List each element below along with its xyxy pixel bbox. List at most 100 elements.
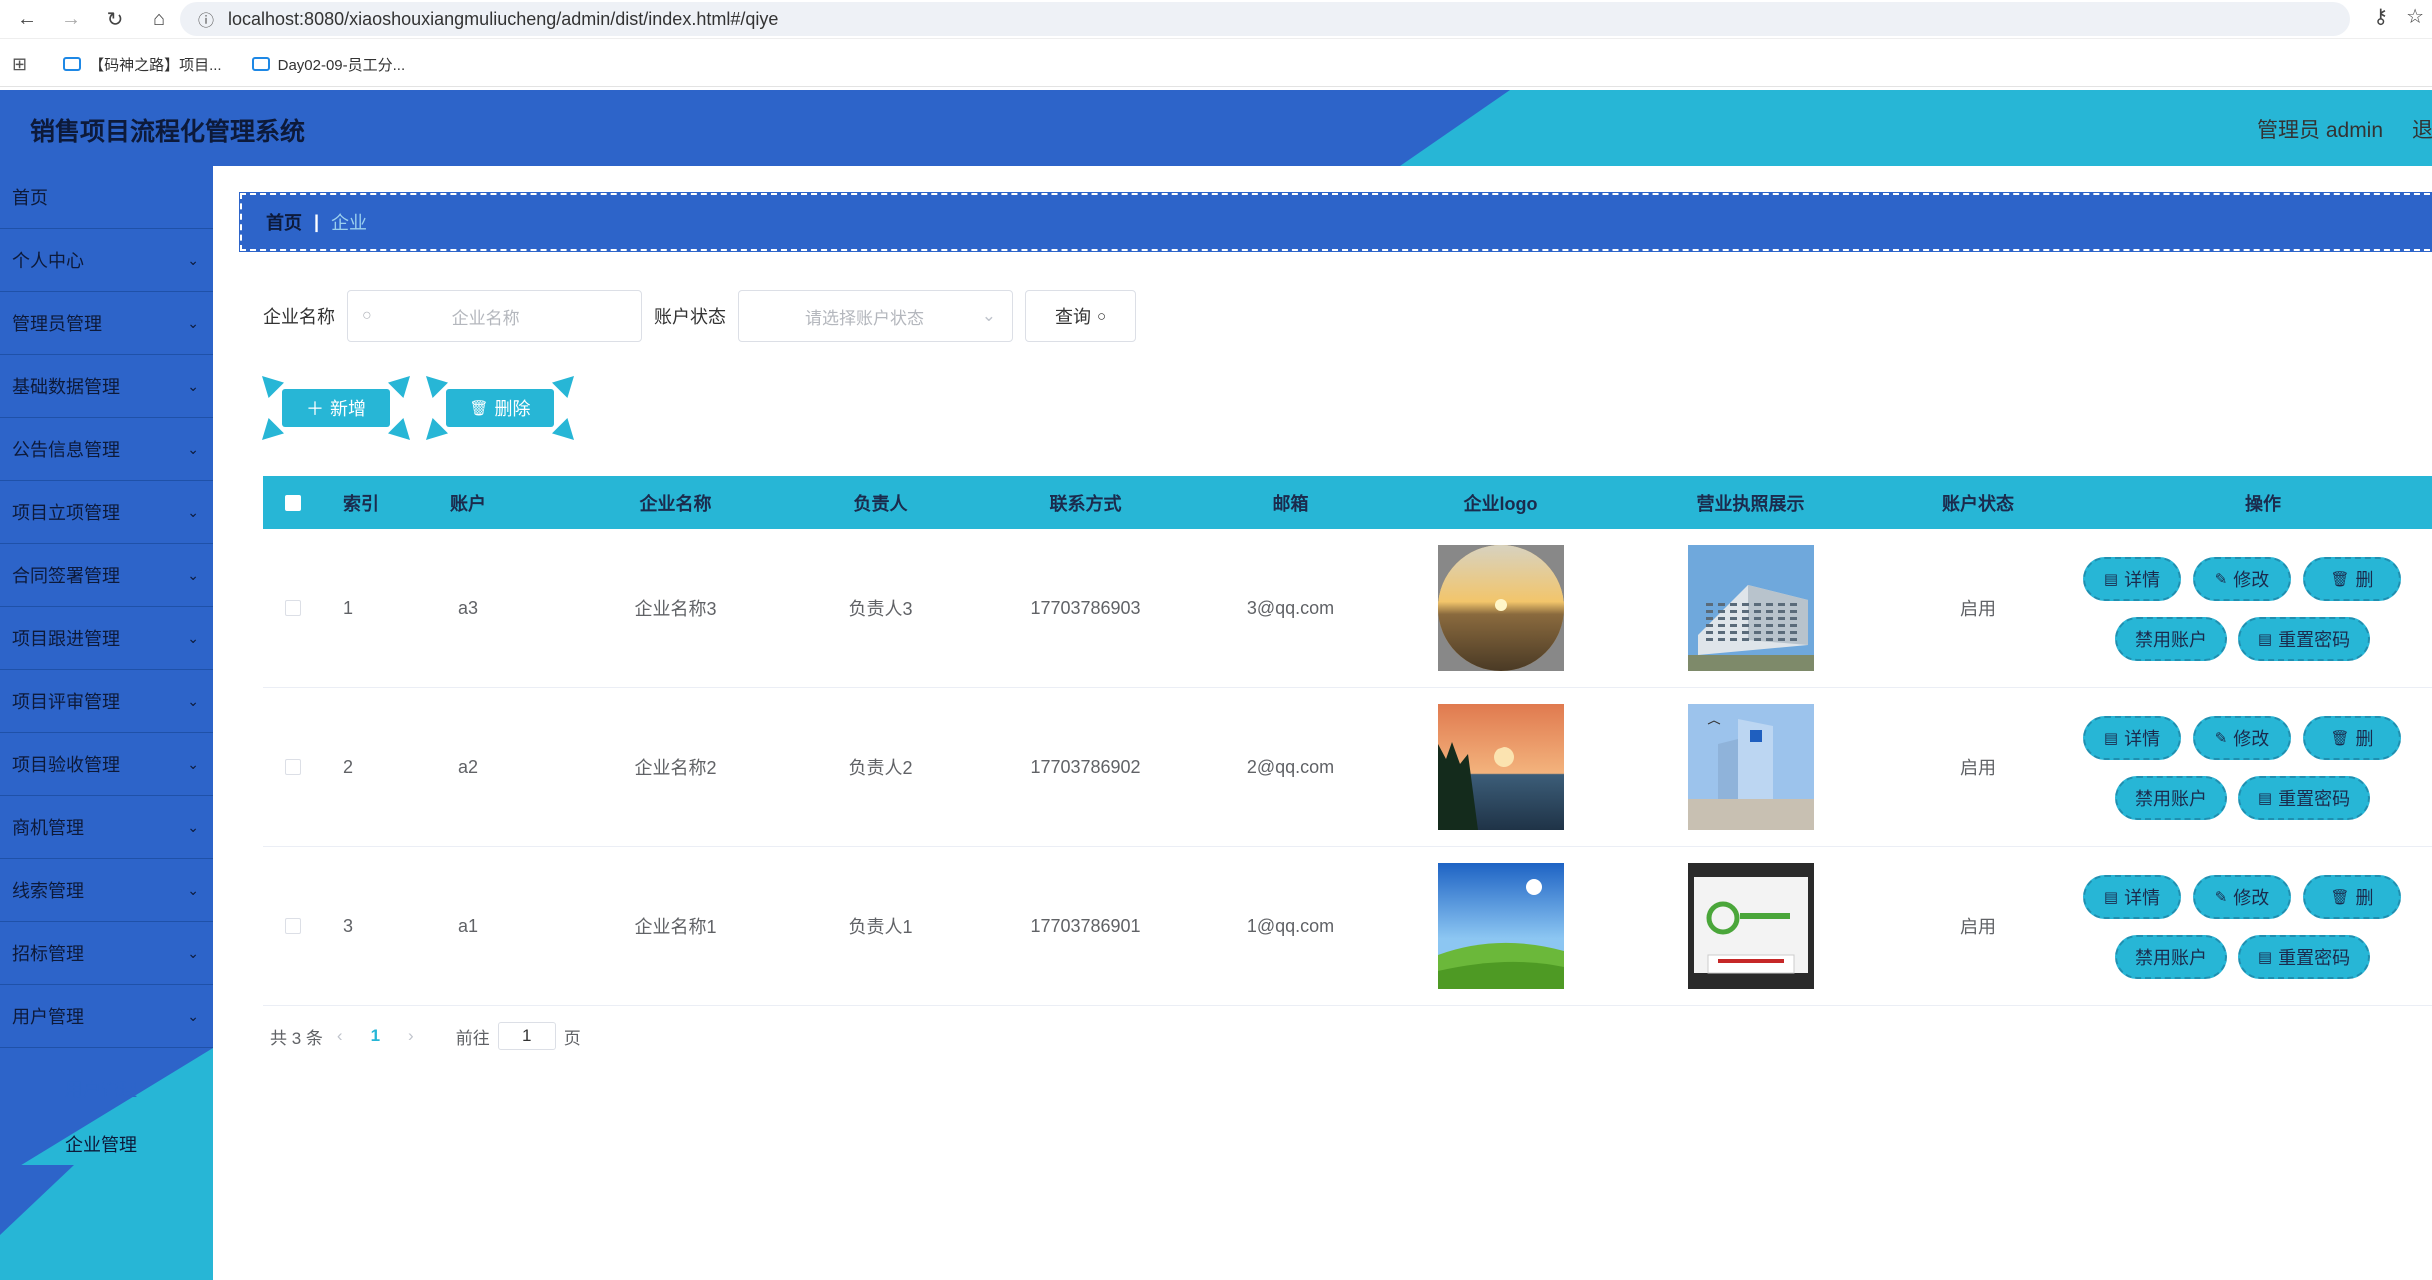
sidebar-subitem-user[interactable]: 用户管理: [0, 1063, 213, 1115]
disable-account-button[interactable]: 禁用账户: [2115, 935, 2227, 979]
column-header: 营业执照展示: [1696, 493, 1805, 514]
column-header: 邮箱: [1272, 493, 1309, 514]
row-delete-button[interactable]: 🗑 删: [2303, 716, 2401, 760]
trash-icon: 🗑: [469, 400, 489, 417]
address-bar[interactable]: ⓘ localhost:8080/xiaoshouxiangmuliucheng…: [180, 2, 2350, 36]
sidebar-item-label: 用户管理: [12, 1007, 84, 1027]
document-icon: ▤: [2257, 631, 2273, 648]
company-table: 索引 账户 企业名称 负责人 联系方式 邮箱 企业logo 营业执照展示 账户状…: [263, 476, 2432, 1006]
bookmark-item[interactable]: Day02-09-员工分...: [251, 54, 405, 75]
password-key-icon[interactable]: ⚷: [2373, 4, 2388, 29]
prev-page-icon[interactable]: ‹: [337, 1026, 343, 1046]
disable-account-button[interactable]: 禁用账户: [2115, 617, 2227, 661]
sidebar-item[interactable]: 项目评审管理 ⌄: [0, 670, 213, 733]
account-status-select[interactable]: 请选择账户状态 ⌄: [738, 290, 1013, 342]
reset-password-button[interactable]: ▤ 重置密码: [2238, 935, 2370, 979]
business-license-image[interactable]: [1687, 863, 1814, 989]
chevron-down-icon: ⌄: [187, 818, 199, 835]
plus-icon: ＋: [306, 399, 324, 419]
column-header: 企业名称: [639, 493, 712, 514]
page-suffix: 页: [563, 1028, 581, 1048]
back-icon[interactable]: ←: [10, 2, 44, 36]
cell-phone: 17703786902: [1030, 756, 1141, 777]
cell-phone: 17703786901: [1030, 915, 1141, 936]
business-license-image[interactable]: [1687, 704, 1814, 830]
sidebar-item[interactable]: 项目验收管理 ⌄: [0, 733, 213, 796]
sidebar-item[interactable]: 项目立项管理 ⌄: [0, 481, 213, 544]
breadcrumb-home[interactable]: 首页: [266, 209, 302, 235]
bilibili-icon: [251, 57, 270, 71]
pencil-icon: ✎: [2214, 730, 2228, 747]
edit-button[interactable]: ✎ 修改: [2193, 557, 2291, 601]
chevron-down-icon: ⌄: [187, 503, 199, 520]
next-page-icon[interactable]: ›: [408, 1026, 414, 1046]
trash-icon: 🗑: [2330, 730, 2350, 747]
company-logo-image[interactable]: [1437, 863, 1564, 989]
sidebar-item-label: 招标管理: [12, 944, 84, 964]
column-header: 账户状态: [1942, 493, 2014, 514]
edit-button[interactable]: ✎ 修改: [2193, 716, 2291, 760]
row-checkbox[interactable]: [285, 759, 301, 775]
row-checkbox[interactable]: [285, 600, 301, 616]
detail-button[interactable]: ▤ 详情: [2083, 557, 2181, 601]
bookmark-star-icon[interactable]: ☆: [2406, 4, 2424, 29]
add-button[interactable]: ＋新增: [262, 376, 410, 440]
sidebar-item[interactable]: 用户管理 ⌄: [0, 985, 213, 1048]
apps-grid-icon[interactable]: ⊞: [12, 54, 27, 75]
detail-button[interactable]: ▤ 详情: [2083, 875, 2181, 919]
pagination: 共 3 条 ‹ 1 › 前往 1 页: [270, 1022, 581, 1050]
sidebar-item[interactable]: 管理员管理 ⌄: [0, 292, 213, 355]
action-bar: ＋新增 🗑 删除: [262, 376, 574, 440]
browser-toolbar: ← → ↻ ⌂ ⓘ localhost:8080/xiaoshouxiangmu…: [0, 0, 2432, 39]
sidebar-item[interactable]: 合同签署管理 ⌄: [0, 544, 213, 607]
home-icon[interactable]: ⌂: [142, 2, 176, 36]
cell-account: a2: [457, 756, 479, 777]
chevron-down-icon: ⌄: [187, 251, 199, 268]
sidebar-item[interactable]: 首页: [0, 166, 213, 229]
row-delete-button[interactable]: 🗑 删: [2303, 875, 2401, 919]
reset-password-button[interactable]: ▤ 重置密码: [2238, 776, 2370, 820]
select-all-checkbox[interactable]: [285, 494, 301, 511]
sidebar-item[interactable]: 个人中心 ⌄: [0, 229, 213, 292]
disable-account-button[interactable]: 禁用账户: [2115, 776, 2227, 820]
company-logo-image[interactable]: [1437, 704, 1564, 830]
column-header: 负责人: [853, 493, 908, 514]
sidebar-item-label: 项目验收管理: [12, 755, 120, 775]
breadcrumb-separator: |: [314, 211, 320, 232]
account-status-label: 账户状态: [654, 307, 726, 327]
reload-icon[interactable]: ↻: [98, 2, 132, 36]
goto-page-input[interactable]: 1: [497, 1022, 556, 1050]
sidebar-item[interactable]: 项目跟进管理 ⌄: [0, 607, 213, 670]
sidebar-item[interactable]: 公告信息管理 ⌄: [0, 418, 213, 481]
detail-button[interactable]: ▤ 详情: [2083, 716, 2181, 760]
sidebar-item[interactable]: 商机管理 ⌄: [0, 796, 213, 859]
sidebar-item[interactable]: 线索管理 ⌄: [0, 859, 213, 922]
column-header: 索引: [343, 493, 379, 514]
company-logo-image[interactable]: [1437, 545, 1564, 671]
row-checkbox[interactable]: [285, 918, 301, 934]
sidebar-item-label: 公告信息管理: [12, 440, 120, 460]
forward-icon[interactable]: →: [54, 2, 88, 36]
sidebar-item-label: 项目跟进管理: [12, 629, 120, 649]
row-delete-button[interactable]: 🗑 删: [2303, 557, 2401, 601]
sidebar-item-label: 合同签署管理: [12, 566, 120, 586]
company-name-label: 企业名称: [263, 307, 335, 327]
sidebar-subitem-company[interactable]: 企业管理: [0, 1118, 213, 1170]
company-name-input[interactable]: ○ 企业名称: [347, 290, 642, 342]
sidebar-item[interactable]: 基础数据管理 ⌄: [0, 355, 213, 418]
cell-status: 启用: [1960, 599, 1996, 619]
bookmark-item[interactable]: 【码神之路】项目...: [63, 54, 222, 75]
table-row: 3 a1 企业名称1 负责人1 17703786901 1@qq.com 启用 …: [263, 847, 2432, 1006]
logout-link[interactable]: 退: [2412, 114, 2432, 144]
document-icon: ▤: [2103, 571, 2119, 588]
url-text: localhost:8080/xiaoshouxiangmuliucheng/a…: [228, 8, 779, 29]
page-number[interactable]: 1: [371, 1026, 380, 1046]
business-license-image[interactable]: [1687, 545, 1814, 671]
edit-button[interactable]: ✎ 修改: [2193, 875, 2291, 919]
query-button[interactable]: 查询 ○: [1025, 290, 1136, 342]
site-info-icon[interactable]: ⓘ: [198, 7, 214, 31]
delete-button[interactable]: 🗑 删除: [426, 376, 574, 440]
cell-email: 3@qq.com: [1246, 597, 1335, 618]
sidebar-item[interactable]: 招标管理 ⌄: [0, 922, 213, 985]
reset-password-button[interactable]: ▤ 重置密码: [2238, 617, 2370, 661]
